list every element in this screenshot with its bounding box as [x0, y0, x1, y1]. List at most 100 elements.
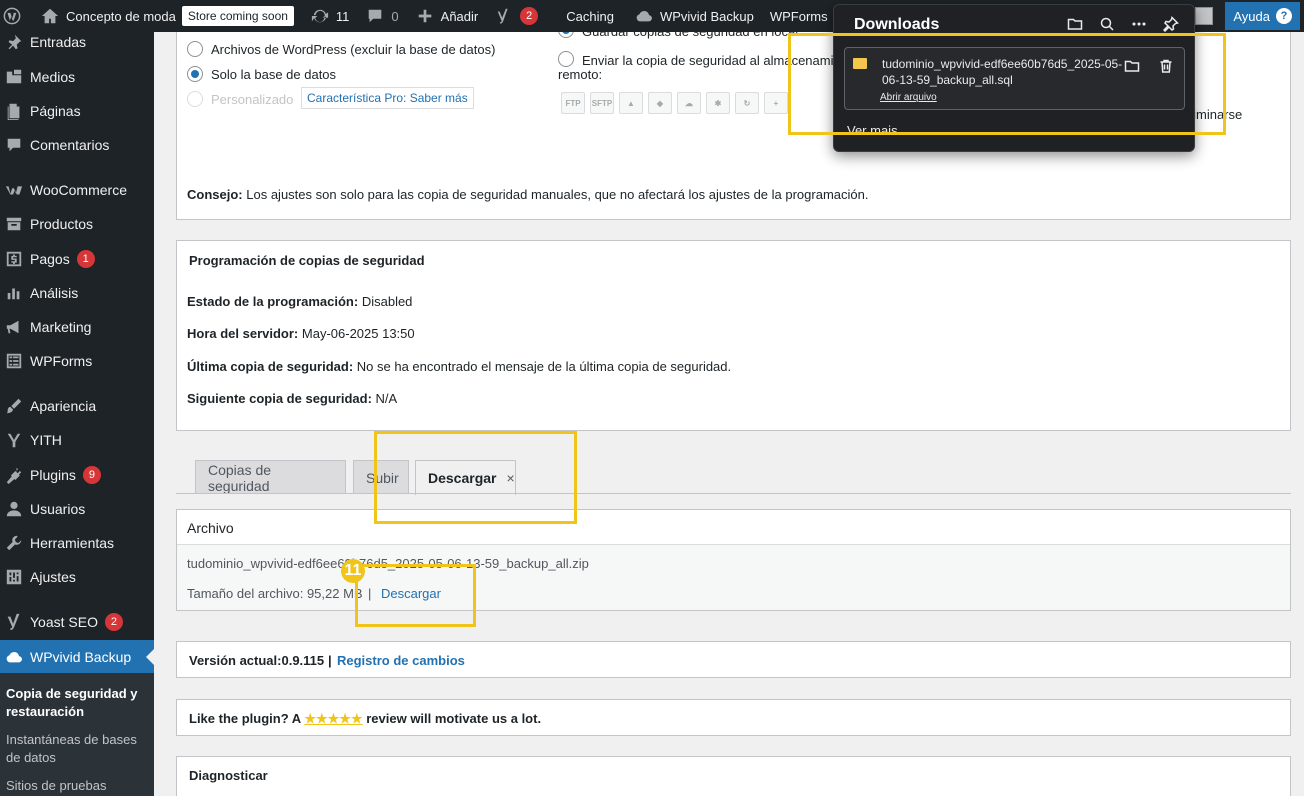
sidebar-item-analisis[interactable]: Análisis [0, 276, 154, 310]
sidebar-item-medios[interactable]: Medios [0, 60, 154, 94]
file-size: Tamaño del archivo: 95,22 MB [187, 586, 363, 601]
pro-feature-link[interactable]: Característica Pro: Saber más [301, 87, 474, 109]
schedule-status-label: Estado de la programación: [187, 294, 359, 309]
home-icon [40, 6, 60, 26]
help-button[interactable]: Ayuda ? [1225, 2, 1300, 30]
wpforms-menu[interactable]: WPForms [762, 0, 836, 32]
sidebar-item-productos[interactable]: Productos [0, 207, 154, 241]
server-time-value: May-06-2025 13:50 [301, 326, 415, 341]
ftp-icon[interactable]: FTP [561, 92, 585, 114]
updates-count: 11 [335, 8, 350, 24]
dropbox-icon[interactable]: ◆ [648, 92, 672, 114]
sidebar-item-herramientas[interactable]: Herramientas [0, 526, 154, 560]
store-coming-soon-badge[interactable]: Store coming soon [181, 6, 294, 26]
review-text: Like the plugin? A ★★★★★ review will mot… [189, 711, 541, 727]
google-drive-icon[interactable]: ▲ [619, 92, 643, 114]
file-header: Archivo [187, 520, 234, 536]
changelog-link[interactable]: Registro de cambios [337, 653, 465, 668]
woo-icon [4, 180, 24, 200]
next-backup: Siguiente copia de seguridad: N/A [187, 391, 397, 406]
submenu-db-snapshots[interactable]: Instantáneas de bases de datos [6, 731, 148, 767]
active-arrow [146, 649, 154, 665]
caching-menu[interactable]: Caching [558, 0, 622, 32]
sidebar-item-usuarios[interactable]: Usuarios [0, 492, 154, 526]
sidebar-item-label: Medios [30, 69, 76, 85]
sidebar-item-plugins[interactable]: Plugins 9 [0, 458, 154, 492]
tip-label: Consejo: [187, 187, 243, 202]
sidebar-item-entradas[interactable]: Entradas [0, 32, 154, 59]
sidebar-item-comentarios[interactable]: Comentarios [0, 128, 154, 162]
search-icon[interactable] [1098, 15, 1116, 33]
radio-custom [187, 91, 203, 107]
next-backup-value: N/A [375, 391, 398, 406]
downloads-title: Downloads [854, 16, 940, 33]
submenu-staging[interactable]: Sitios de pruebas [6, 777, 148, 795]
download-panel: Archivo tudominio_wpvivid-edf6ee60b76d5_… [176, 509, 1291, 611]
download-panel-header: Archivo [177, 510, 1290, 545]
review-stars-link[interactable]: ★★★★★ [304, 711, 362, 726]
label-custom: Personalizado [211, 92, 294, 107]
add-storage-icon[interactable]: + [764, 92, 788, 114]
sidebar-item-ajustes[interactable]: Ajustes [0, 560, 154, 594]
sidebar-item-label: Pagos [30, 251, 70, 267]
label-db-only: Solo la base de datos [211, 67, 337, 82]
radio-send-remote[interactable] [558, 51, 574, 67]
site-name-menu[interactable]: Concepto de moda Store coming soon [32, 0, 302, 32]
sidebar-item-wpforms[interactable]: WPForms [0, 344, 154, 378]
label-send-remote-2: remoto: [558, 67, 603, 82]
sidebar-item-marketing[interactable]: Marketing [0, 310, 154, 344]
sidebar-item-pagos[interactable]: Pagos 1 [0, 242, 154, 276]
sidebar-item-label: Herramientas [30, 535, 115, 551]
more-options-icon[interactable] [1130, 15, 1148, 33]
add-new-button[interactable]: Añadir [407, 0, 487, 32]
last-backup-value: No se ha encontrado el mensaje de la últ… [356, 359, 732, 374]
s3-icon[interactable]: ✱ [706, 92, 730, 114]
tab-backups[interactable]: Copias de seguridad [195, 460, 346, 494]
review-after: review will motivate us a lot. [366, 711, 542, 726]
sidebar-item-paginas[interactable]: Páginas [0, 94, 154, 128]
help-label: Ayuda [1233, 8, 1270, 24]
dollar-icon [4, 249, 24, 269]
avatar[interactable] [1195, 7, 1214, 25]
comments-button[interactable]: 0 [357, 0, 406, 32]
wpvivid-menu[interactable]: WPvivid Backup [626, 0, 762, 32]
sidebar-item-label: WPForms [30, 353, 93, 369]
sidebar-item-label: Análisis [30, 285, 79, 301]
tip-body: Los ajustes son solo para las copia de s… [246, 187, 869, 202]
sidebar-item-woocommerce[interactable]: WooCommerce [0, 173, 154, 207]
plugins-badge: 9 [82, 466, 101, 484]
pin-icon[interactable] [1162, 15, 1180, 33]
submenu-backup-restore[interactable]: Copia de seguridad y restauración [6, 685, 148, 721]
site-name: Concepto de moda [66, 8, 176, 24]
yith-icon [4, 430, 24, 450]
last-backup: Última copia de seguridad: No se ha enco… [187, 359, 731, 374]
page-icon [4, 101, 24, 121]
sidebar-item-yoast-seo[interactable]: Yoast SEO 2 [0, 605, 154, 639]
onedrive-icon[interactable]: ☁ [677, 92, 701, 114]
updates-button[interactable]: 11 [302, 0, 358, 32]
open-folder-icon[interactable] [1066, 15, 1084, 33]
sidebar-item-label: Marketing [30, 319, 92, 335]
sidebar-item-apariencia[interactable]: Apariencia [0, 389, 154, 423]
help-icon: ? [1276, 8, 1292, 24]
wp-logo-button[interactable] [0, 0, 32, 32]
updates-icon [310, 6, 330, 26]
sidebar-item-yith[interactable]: YITH [0, 423, 154, 457]
webdav-icon[interactable]: ↻ [735, 92, 759, 114]
sftp-icon[interactable]: SFTP [590, 92, 614, 114]
yoast-menu[interactable]: 2 [486, 0, 546, 32]
settings-icon [4, 567, 24, 587]
radio-db-only[interactable] [187, 66, 203, 82]
wpforms-label: WPForms [769, 8, 828, 24]
comments-count: 0 [391, 8, 399, 24]
diagnose-title: Diagnosticar [189, 768, 268, 783]
sidebar-item-wpvivid-backup[interactable]: WPvivid Backup [0, 640, 154, 674]
sidebar-item-label: Entradas [30, 34, 87, 50]
radio-files-db[interactable] [187, 41, 203, 57]
brush-icon [4, 396, 24, 416]
diagnose-box: Diagnosticar [176, 756, 1291, 796]
tip-text: Consejo: Los ajustes son solo para las c… [187, 187, 868, 202]
plug-icon [4, 465, 24, 485]
caching-label: Caching [566, 8, 614, 24]
sidebar-item-label: Ajustes [30, 569, 76, 585]
